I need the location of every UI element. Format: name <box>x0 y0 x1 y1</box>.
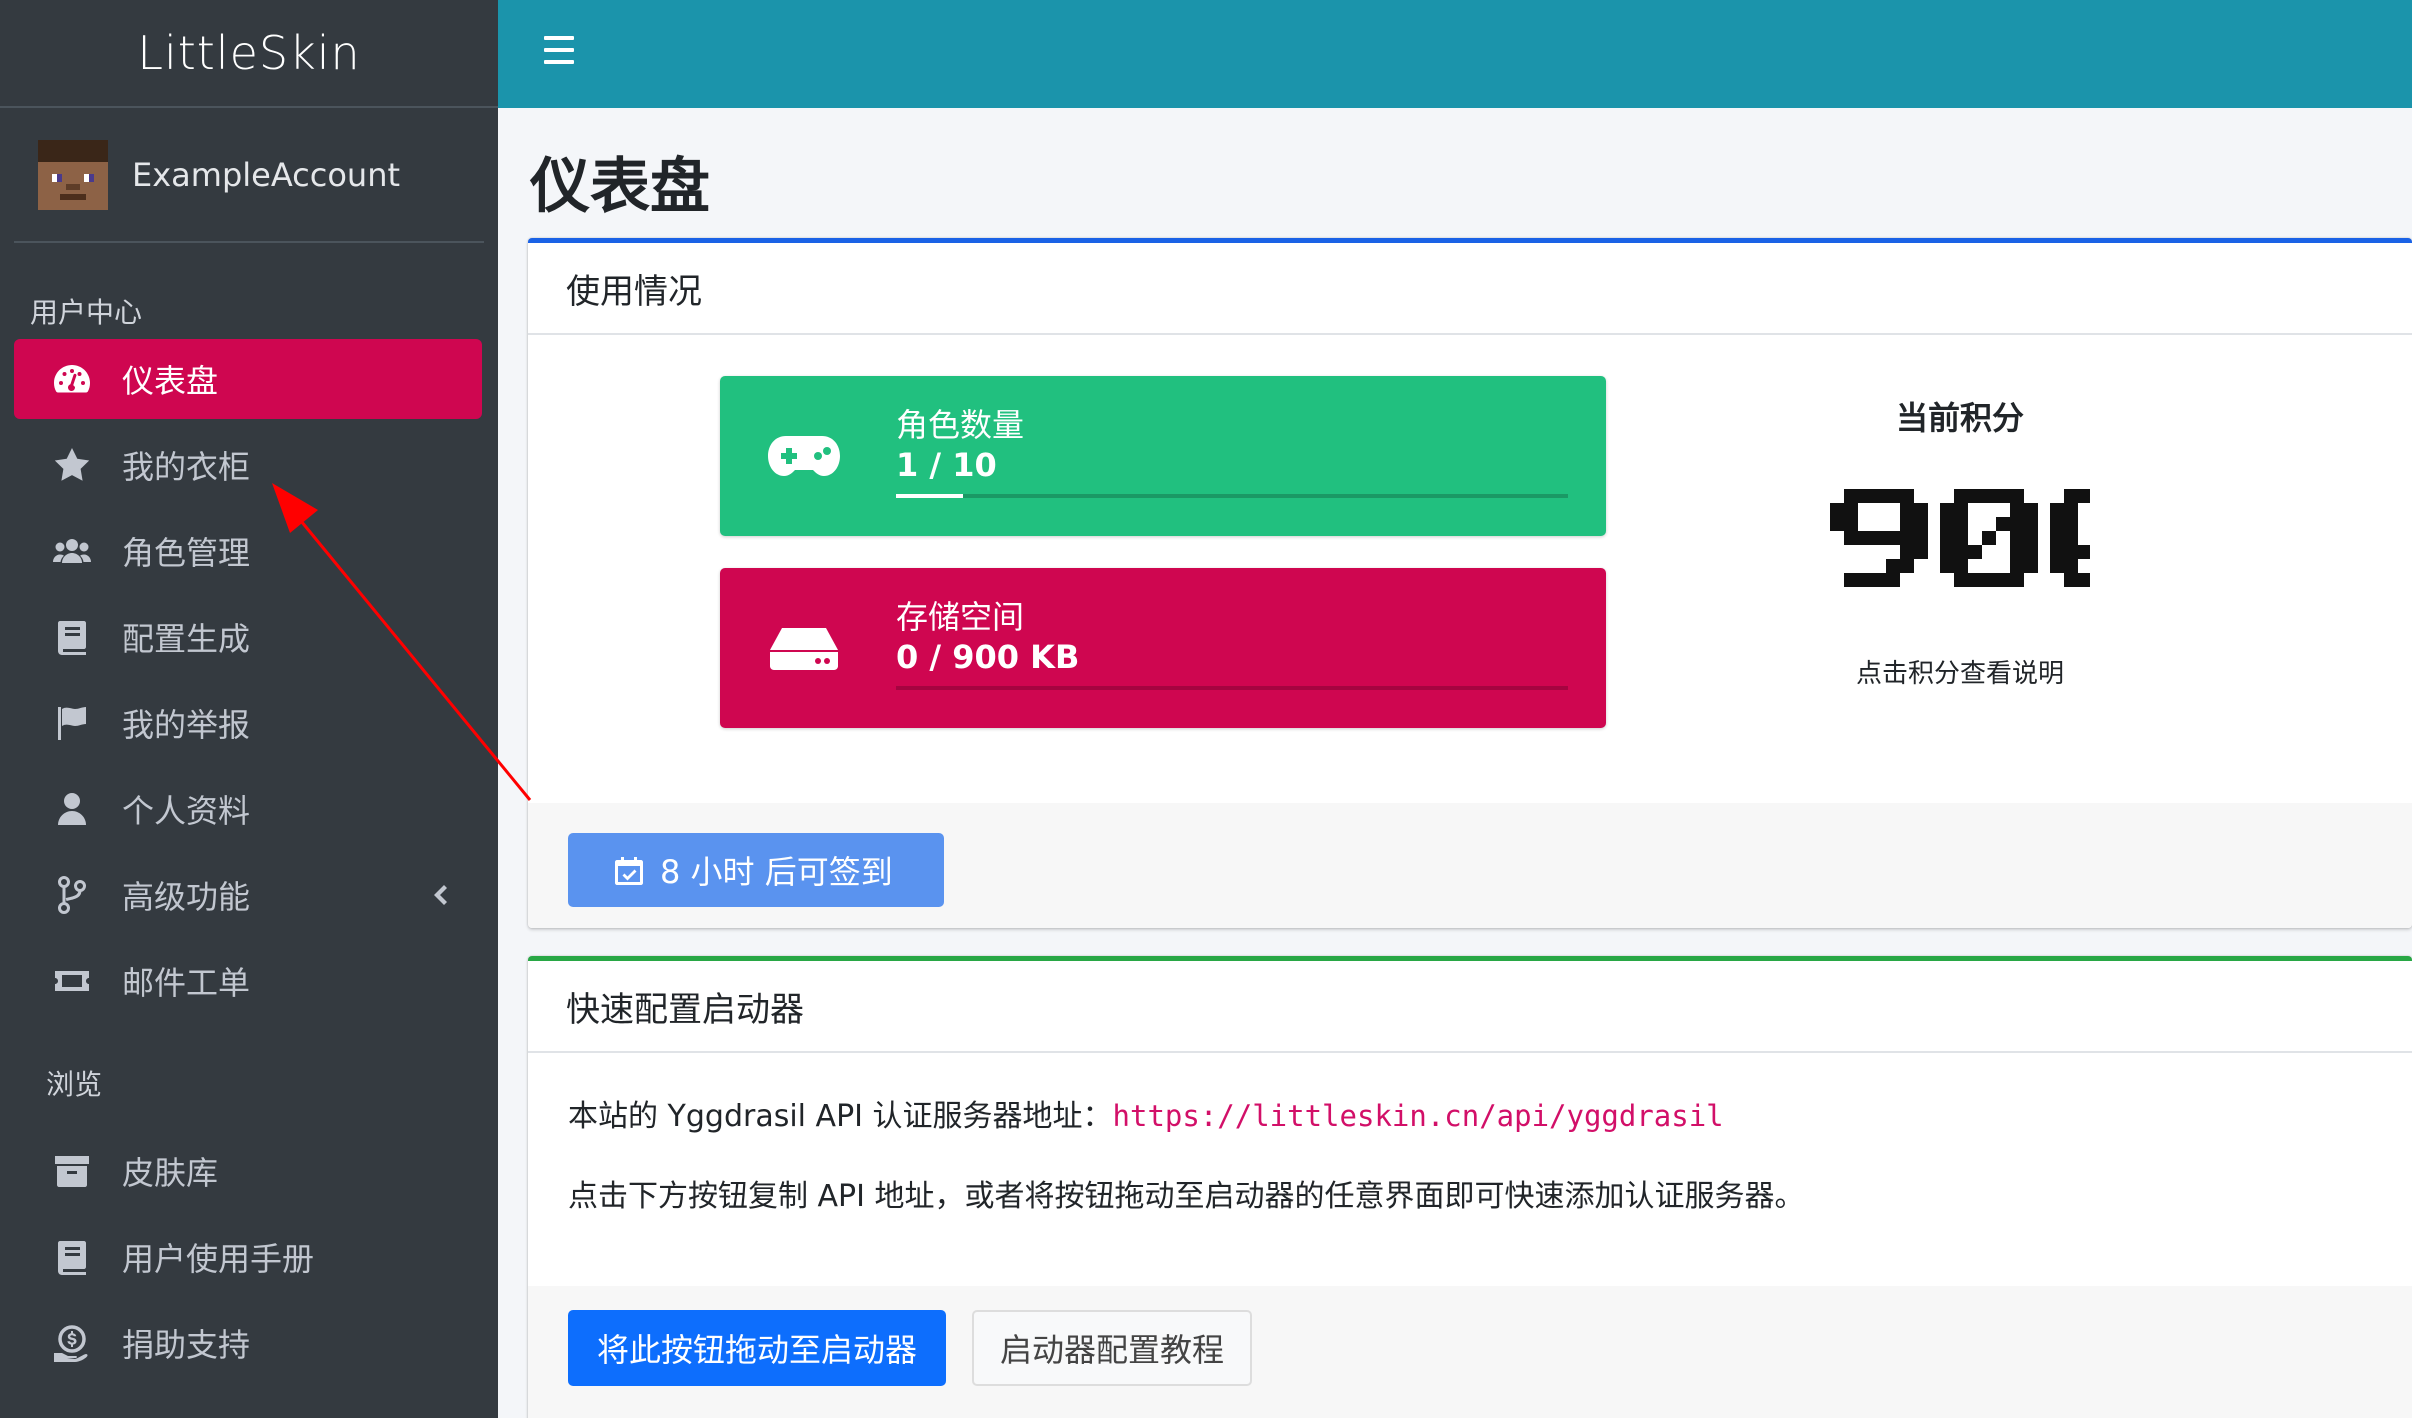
players-label: 角色数量 <box>896 406 1025 444</box>
launcher-card-footer: 将此按钮拖动至启动器 启动器配置教程 <box>528 1286 2412 1418</box>
sidebar-item-label: 邮件工单 <box>122 964 251 1002</box>
flag-icon <box>50 703 94 743</box>
players-info-box: 角色数量 1 / 10 <box>720 376 1606 536</box>
sidebar-item-skinlib[interactable]: 皮肤库 <box>14 1131 482 1211</box>
sidebar-item-label: 配置生成 <box>122 620 251 658</box>
signin-button-label: 8 小时 后可签到 <box>660 853 893 891</box>
usage-card-footer: 8 小时 后可签到 <box>528 803 2412 928</box>
sidebar-item-advanced[interactable]: 高级功能 <box>14 855 482 935</box>
launcher-tutorial-button[interactable]: 启动器配置教程 <box>972 1310 1252 1386</box>
sidebar-item-label: 我的衣柜 <box>122 448 251 486</box>
storage-progress-bar <box>896 686 1568 690</box>
sidebar-item-label: 我的举报 <box>122 706 251 744</box>
calendar-check-icon <box>615 857 643 885</box>
api-address-prefix: 本站的 Yggdrasil API 认证服务器地址： <box>568 1099 1113 1134</box>
score-note[interactable]: 点击积分查看说明 <box>1830 653 2090 690</box>
menu-toggle-icon[interactable] <box>544 36 574 70</box>
avatar <box>38 139 108 210</box>
sidebar-item-manual[interactable]: 用户使用手册 <box>14 1217 482 1297</box>
api-url[interactable]: https://littleskin.cn/api/yggdrasil <box>1113 1099 1724 1133</box>
book-icon <box>50 1237 94 1277</box>
sidebar-item-label: 皮肤库 <box>122 1154 219 1192</box>
score-digits <box>1830 489 2090 587</box>
drag-to-launcher-button[interactable]: 将此按钮拖动至启动器 <box>568 1310 946 1386</box>
brand-text: LittleSkin <box>137 26 361 80</box>
usage-card-header: 使用情况 <box>528 243 2412 335</box>
sidebar-item-donate[interactable]: 捐助支持 <box>14 1303 482 1383</box>
players-progress-fill <box>896 494 964 498</box>
launcher-card: 快速配置启动器 本站的 Yggdrasil API 认证服务器地址：https:… <box>528 956 2412 1418</box>
chevron-left-icon[interactable] <box>422 877 458 913</box>
sidebar-item-profile[interactable]: 个人资料 <box>14 769 482 849</box>
donate-icon <box>50 1323 94 1363</box>
star-icon <box>50 445 94 485</box>
sidebar-item-dashboard[interactable]: 仪表盘 <box>14 339 482 419</box>
score-label: 当前积分 <box>1895 399 2024 437</box>
score-digit <box>1830 489 1928 587</box>
dashboard-icon <box>50 359 94 399</box>
storage-label: 存储空间 <box>896 598 1025 636</box>
score-digit <box>2050 489 2090 587</box>
score-value[interactable] <box>1830 489 2090 599</box>
top-navbar <box>498 0 2412 108</box>
sidebar-item-label: 用户使用手册 <box>122 1240 315 1278</box>
storage-value: 0 / 900 KB <box>896 638 1080 676</box>
gamepad-icon <box>766 426 842 486</box>
sidebar-item-label: 角色管理 <box>122 534 251 572</box>
score-digit <box>1940 489 2038 587</box>
launcher-card-header: 快速配置启动器 <box>528 961 2412 1053</box>
sidebar-item-label: 捐助支持 <box>122 1326 251 1364</box>
sidebar-item-config-generate[interactable]: 配置生成 <box>14 597 482 677</box>
ticket-icon <box>50 961 94 1001</box>
users-icon <box>50 531 94 571</box>
api-address-line: 本站的 Yggdrasil API 认证服务器地址：https://little… <box>568 1091 1724 1135</box>
sidebar: LittleSkin ExampleAccount 用户中心 仪表盘 我的衣柜 … <box>0 0 498 1418</box>
code-branch-icon <box>50 875 94 915</box>
signin-button[interactable]: 8 小时 后可签到 <box>568 833 944 907</box>
players-progress-bar <box>896 494 1568 498</box>
usage-card: 使用情况 角色数量 1 / 10 存储空间 0 / 900 KB 当前积分 点击… <box>528 238 2412 928</box>
nav-header-browse: 浏览 <box>46 1068 103 1101</box>
user-panel[interactable]: ExampleAccount <box>14 108 484 243</box>
sidebar-item-label: 仪表盘 <box>122 362 219 400</box>
sidebar-item-label: 个人资料 <box>122 792 251 830</box>
main-content: 仪表盘 使用情况 角色数量 1 / 10 存储空间 0 / 900 KB 当前积… <box>498 108 2412 1418</box>
book-icon <box>50 617 94 657</box>
sidebar-item-closet[interactable]: 我的衣柜 <box>14 425 482 505</box>
sidebar-item-players[interactable]: 角色管理 <box>14 511 482 591</box>
brand-logo[interactable]: LittleSkin <box>0 0 498 108</box>
hdd-icon <box>766 618 842 678</box>
page-title: 仪表盘 <box>530 152 710 222</box>
sidebar-item-reports[interactable]: 我的举报 <box>14 683 482 763</box>
username: ExampleAccount <box>132 155 401 194</box>
launcher-instructions: 点击下方按钮复制 API 地址，或者将按钮拖动至启动器的任意界面即可快速添加认证… <box>568 1179 1805 1214</box>
archive-icon <box>50 1151 94 1191</box>
storage-info-box: 存储空间 0 / 900 KB <box>720 568 1606 728</box>
user-icon <box>50 789 94 829</box>
sidebar-item-tickets[interactable]: 邮件工单 <box>14 941 482 1021</box>
nav-header-user-center: 用户中心 <box>30 296 143 329</box>
sidebar-item-label: 高级功能 <box>122 878 251 916</box>
players-value: 1 / 10 <box>896 446 997 484</box>
